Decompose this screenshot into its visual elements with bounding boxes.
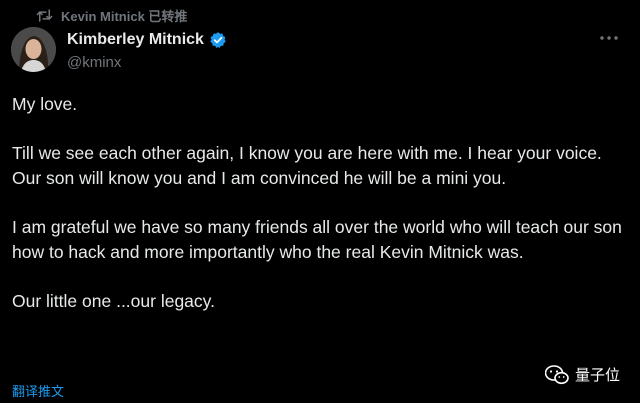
author-info: Kimberley Mitnick @kminx <box>67 30 227 73</box>
tweet-greeting: My love. <box>12 94 78 114</box>
watermark-label: 量子位 <box>574 367 620 384</box>
author-display-name[interactable]: Kimberley Mitnick <box>67 30 204 50</box>
tweet-paragraph-1-line-1: Till we see each other again, I know you… <box>12 143 602 163</box>
tweet-paragraph-1-line-2: Our son will know you and I am convinced… <box>12 168 507 188</box>
author-handle[interactable]: @kminx <box>67 53 227 73</box>
retweet-indicator[interactable]: Kevin Mitnick 已转推 <box>36 6 187 25</box>
verified-badge-icon <box>209 31 227 49</box>
watermark: 量子位 <box>544 364 620 385</box>
more-options-icon <box>600 36 618 40</box>
tweet-closing: Our little one ...our legacy. <box>12 291 215 311</box>
tweet-text: My love. Till we see each other again, I… <box>12 92 622 314</box>
tweet-paragraph-2: I am grateful we have so many friends al… <box>12 217 622 262</box>
retweet-icon <box>36 8 53 23</box>
wechat-icon <box>544 364 569 385</box>
more-options-button[interactable] <box>598 30 620 46</box>
avatar[interactable] <box>11 27 56 72</box>
retweet-label: Kevin Mitnick 已转推 <box>61 9 188 24</box>
translate-tweet-link[interactable]: 翻译推文 <box>12 381 64 400</box>
